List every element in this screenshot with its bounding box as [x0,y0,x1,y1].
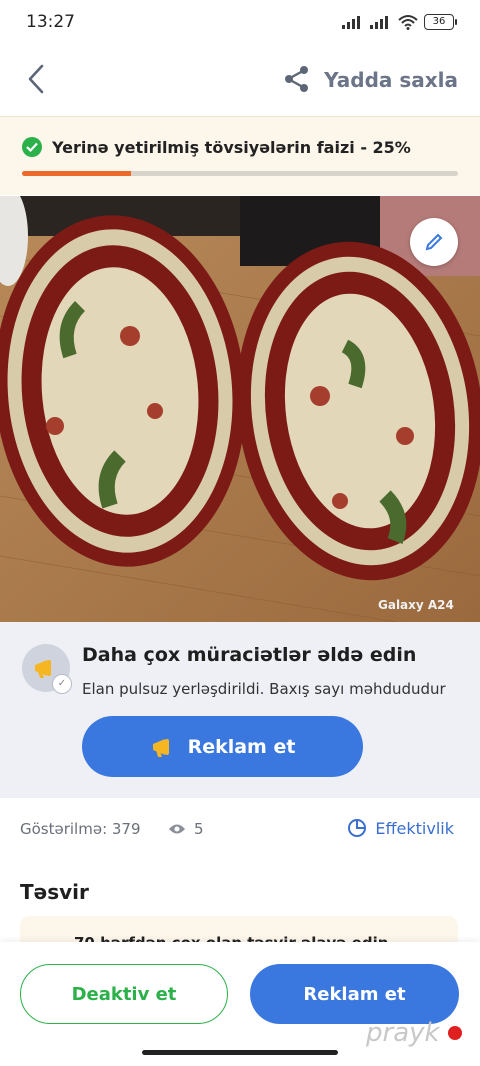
app-bar: Yadda saxla [0,46,480,114]
recommendation-progress[interactable]: Yerinə yetirilmiş tövsiyələrin faizi - 2… [0,116,480,195]
system-icons: 36 [342,14,457,30]
views-value: 5 [194,820,204,838]
promo-title: Daha çox müraciətlər əldə edin [82,644,417,666]
deactivate-button[interactable]: Deaktiv et [20,964,228,1024]
views-count: 5 [168,820,204,838]
signal-icon [342,16,360,29]
pie-chart-icon [348,819,367,837]
battery-icon: 36 [424,14,457,30]
effectiveness-label: Effektivlik [375,818,454,838]
megaphone-icon [152,738,169,757]
progress-text: Yerinə yetirilmiş tövsiyələrin faizi - 2… [52,137,411,157]
promote-button-label: Reklam et [187,735,296,758]
status-bar: 13:27 36 [0,0,480,46]
share-button[interactable] [282,64,312,94]
promo-subtitle: Elan pulsuz yerləşdirildi. Baxış sayı mə… [82,680,446,698]
promo-section: ✓ Daha çox müraciətlər əldə edin Elan pu… [0,622,480,798]
progress-bar [22,171,458,176]
pencil-icon [425,233,443,251]
watermark-dot [448,1026,462,1040]
chevron-left-icon [28,64,44,94]
camera-watermark: Galaxy A24 [378,598,454,612]
megaphone-avatar: ✓ [22,644,72,694]
stats-row: Göstərilmə: 379 5 Effektivlik [0,800,480,860]
watermark: prayk [366,1018,440,1048]
promote-button[interactable]: Reklam et [82,716,363,777]
description-title: Təsvir [20,880,89,904]
edit-photo-button[interactable] [410,218,458,266]
advertise-button[interactable]: Reklam et [250,964,459,1024]
back-button[interactable] [22,62,54,96]
effectiveness-link[interactable]: Effektivlik [347,818,454,838]
check-circle-icon [22,137,42,157]
status-time: 13:27 [26,12,75,32]
eye-icon [169,824,185,834]
wifi-icon [398,15,418,30]
progress-bar-fill [22,171,131,176]
carpet-photo [0,196,480,622]
progress-row: Yerinə yetirilmiş tövsiyələrin faizi - 2… [22,137,411,157]
home-indicator[interactable] [142,1050,338,1055]
listing-photo[interactable] [0,196,480,622]
signal-icon [370,16,388,29]
impressions-count: Göstərilmə: 379 [20,820,141,838]
check-icon: ✓ [52,674,72,694]
share-icon [285,66,308,92]
save-button[interactable]: Yadda saxla [324,68,458,92]
